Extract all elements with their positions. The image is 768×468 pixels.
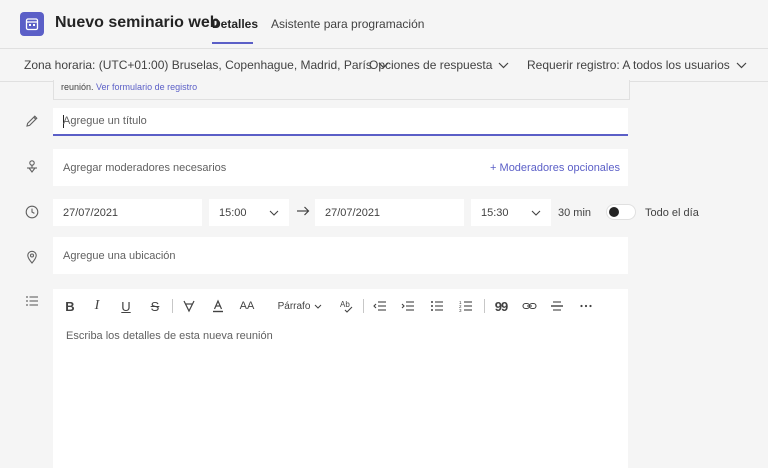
formatting-toolbar: B I U S AA Párrafo Ab 123 99	[53, 289, 628, 323]
presenter-icon	[27, 160, 37, 173]
start-date-value: 27/07/2021	[63, 206, 119, 219]
title-input[interactable]: Agregue un título	[53, 108, 628, 136]
arrow-right-icon	[297, 206, 310, 216]
details-editor[interactable]: B I U S AA Párrafo Ab 123 99 Escriba los…	[53, 289, 628, 468]
location-placeholder: Agregue una ubicación	[63, 249, 176, 262]
spell-check-icon: Ab	[340, 300, 353, 313]
chevron-down-icon	[498, 62, 509, 68]
pencil-icon	[26, 115, 38, 127]
location-input[interactable]: Agregue una ubicación	[53, 237, 628, 274]
required-moderators-input[interactable]: Agregar moderadores necesarios + Moderad…	[53, 149, 628, 186]
horizontal-rule-icon	[551, 301, 563, 311]
registration-form-link[interactable]: Ver formulario de registro	[96, 82, 197, 92]
moderators-placeholder: Agregar moderadores necesarios	[63, 161, 227, 174]
details-list-icon	[26, 296, 38, 306]
registration-label: Requerir registro: A todos los usuarios	[527, 58, 730, 72]
toolbar-divider	[172, 299, 173, 313]
timezone-dropdown[interactable]: Zona horaria: (UTC+01:00) Bruselas, Cope…	[24, 58, 389, 72]
increase-indent-icon	[401, 301, 414, 311]
quote-button[interactable]: 99	[493, 297, 509, 315]
bullet-list-button[interactable]	[429, 297, 445, 315]
toolbar-divider	[363, 299, 364, 313]
strikethrough-button[interactable]: S	[148, 297, 162, 315]
start-date-input[interactable]: 27/07/2021	[53, 199, 202, 226]
svg-text:Ab: Ab	[340, 300, 350, 309]
chevron-down-icon	[315, 304, 322, 309]
numbered-list-button[interactable]: 123	[458, 297, 474, 315]
font-color-button[interactable]	[210, 297, 226, 315]
response-options-label: Opciones de respuesta	[369, 58, 493, 72]
horizontal-rule-button[interactable]	[549, 297, 565, 315]
registration-dropdown[interactable]: Requerir registro: A todos los usuarios	[527, 58, 747, 72]
more-icon	[580, 304, 592, 308]
chevron-down-icon	[736, 62, 747, 68]
font-size-button[interactable]: AA	[238, 297, 256, 315]
paragraph-style-label: Párrafo	[277, 300, 311, 312]
underline-button[interactable]: U	[119, 297, 133, 315]
header: Nuevo seminario web Detalles Asistente p…	[0, 0, 768, 48]
tab-details[interactable]: Detalles	[212, 17, 258, 31]
start-time-value: 15:00	[219, 206, 247, 219]
duration-label: 30 min	[558, 207, 592, 219]
start-time-select[interactable]: 15:00	[209, 199, 289, 226]
chevron-down-icon	[269, 210, 279, 216]
timezone-label: Zona horaria: (UTC+01:00) Bruselas, Cope…	[24, 58, 372, 72]
increase-indent-button[interactable]	[400, 297, 416, 315]
response-options-dropdown[interactable]: Opciones de respuesta	[369, 58, 509, 72]
svg-text:3: 3	[459, 308, 462, 313]
more-options-button[interactable]	[578, 297, 594, 315]
decrease-indent-button[interactable]	[372, 297, 388, 315]
tab-scheduling-assistant[interactable]: Asistente para programación	[271, 17, 424, 31]
details-placeholder: Escriba los detalles de esta nueva reuni…	[66, 330, 273, 342]
font-color-icon	[213, 299, 223, 313]
all-day-toggle[interactable]	[606, 204, 636, 220]
end-date-input[interactable]: 27/07/2021	[315, 199, 464, 226]
highlight-button[interactable]	[181, 297, 197, 315]
toolbar-divider	[484, 299, 485, 313]
chevron-down-icon	[531, 210, 541, 216]
optional-moderators-link[interactable]: + Moderadores opcionales	[490, 162, 620, 174]
calendar-app-icon	[20, 12, 44, 36]
end-date-value: 27/07/2021	[325, 206, 381, 219]
link-icon	[521, 302, 537, 310]
title-placeholder: Agregue un título	[63, 115, 147, 127]
all-day-label: Todo el día	[645, 207, 699, 219]
highlighter-icon	[183, 300, 195, 313]
decrease-indent-icon	[373, 301, 386, 311]
end-time-select[interactable]: 15:30	[471, 199, 551, 226]
end-time-value: 15:30	[481, 206, 509, 219]
spell-check-button[interactable]: Ab	[338, 297, 356, 315]
active-tab-indicator	[212, 42, 253, 44]
options-bar: Zona horaria: (UTC+01:00) Bruselas, Cope…	[0, 48, 768, 82]
bullet-list-icon	[431, 301, 443, 311]
notice-text: reunión.	[61, 82, 94, 92]
numbered-list-icon: 123	[459, 300, 472, 313]
insert-link-button[interactable]	[521, 297, 537, 315]
registration-notice: reunión. Ver formulario de registro	[53, 80, 630, 100]
clock-icon	[25, 205, 39, 219]
location-pin-icon	[27, 250, 37, 264]
paragraph-style-dropdown[interactable]: Párrafo	[275, 297, 325, 315]
italic-button[interactable]: I	[90, 297, 104, 315]
page-title: Nuevo seminario web	[55, 14, 220, 31]
bold-button[interactable]: B	[63, 297, 77, 315]
toggle-knob	[609, 207, 619, 217]
